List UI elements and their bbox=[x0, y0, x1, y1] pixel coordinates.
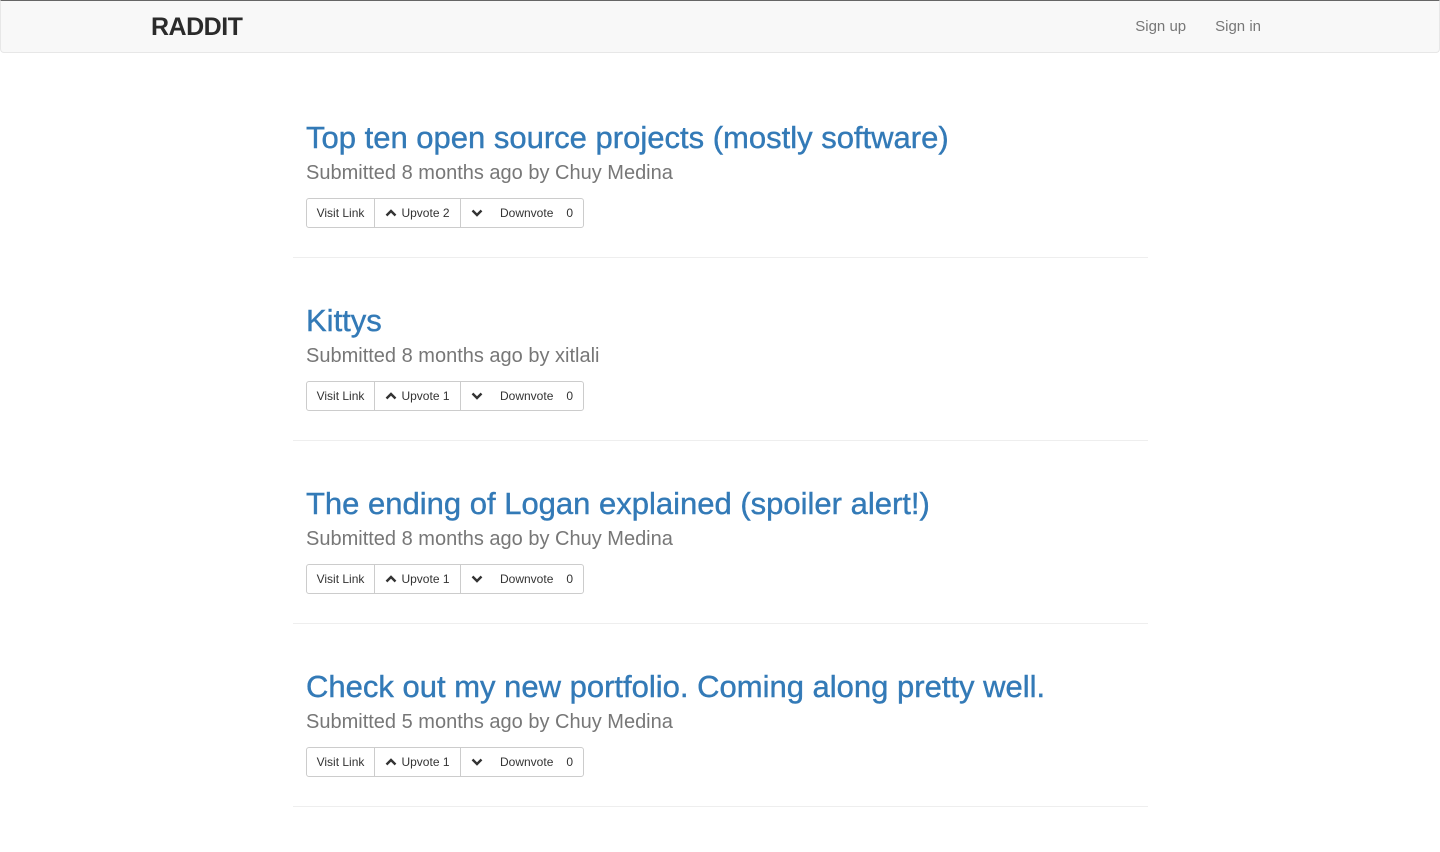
sign-in-link[interactable]: Sign in bbox=[1215, 18, 1261, 36]
downvote-label: Downvote bbox=[500, 755, 554, 769]
visit-link-button[interactable]: Visit Link bbox=[306, 198, 375, 228]
downvote-button[interactable]: Downvote 0 bbox=[460, 564, 584, 594]
post-meta: Submitted 8 months ago by xitlali bbox=[306, 345, 600, 367]
downvote-label: Downvote bbox=[500, 206, 554, 220]
post-title-link[interactable]: Kittys bbox=[306, 303, 382, 339]
navbar: RADDIT Sign up Sign in bbox=[0, 0, 1440, 53]
post-actions: Visit Link Upvote 2 Downvote 0 bbox=[306, 198, 584, 228]
chevron-down-icon bbox=[471, 392, 483, 400]
post-actions: Visit Link Upvote 1 Downvote 0 bbox=[306, 747, 584, 777]
post-item: Kittys Submitted 8 months ago by xitlali… bbox=[293, 303, 1148, 486]
chevron-down-icon bbox=[471, 575, 483, 583]
sign-up-link[interactable]: Sign up bbox=[1135, 18, 1186, 36]
visit-link-button[interactable]: Visit Link bbox=[306, 564, 375, 594]
visit-link-label: Visit Link bbox=[316, 755, 365, 769]
downvote-button[interactable]: Downvote 0 bbox=[460, 198, 584, 228]
downvote-count: 0 bbox=[566, 206, 574, 220]
upvote-button[interactable]: Upvote 1 bbox=[374, 747, 461, 777]
chevron-up-icon bbox=[386, 392, 397, 400]
post-divider bbox=[293, 623, 1148, 624]
downvote-count: 0 bbox=[566, 389, 574, 403]
chevron-down-icon bbox=[471, 209, 483, 217]
upvote-count: 1 bbox=[442, 755, 450, 769]
post-actions: Visit Link Upvote 1 Downvote 0 bbox=[306, 564, 584, 594]
post-item: Top ten open source projects (mostly sof… bbox=[293, 120, 1148, 303]
downvote-button[interactable]: Downvote 0 bbox=[460, 381, 584, 411]
post-item: Check out my new portfolio. Coming along… bbox=[293, 669, 1148, 852]
chevron-up-icon bbox=[386, 209, 397, 217]
upvote-label: Upvote bbox=[401, 206, 440, 220]
upvote-count: 1 bbox=[442, 572, 450, 586]
post-item: The ending of Logan explained (spoiler a… bbox=[293, 486, 1148, 669]
visit-link-button[interactable]: Visit Link bbox=[306, 381, 375, 411]
nav-links: Sign up Sign in bbox=[1135, 18, 1261, 36]
visit-link-label: Visit Link bbox=[316, 206, 365, 220]
downvote-label: Downvote bbox=[500, 389, 554, 403]
post-meta: Submitted 8 months ago by Chuy Medina bbox=[306, 162, 673, 184]
upvote-count: 1 bbox=[442, 389, 450, 403]
chevron-down-icon bbox=[471, 758, 483, 766]
chevron-up-icon bbox=[386, 758, 397, 766]
visit-link-button[interactable]: Visit Link bbox=[306, 747, 375, 777]
post-divider bbox=[293, 257, 1148, 258]
downvote-count: 0 bbox=[566, 755, 574, 769]
upvote-button[interactable]: Upvote 2 bbox=[374, 198, 461, 228]
visit-link-label: Visit Link bbox=[316, 389, 365, 403]
upvote-button[interactable]: Upvote 1 bbox=[374, 564, 461, 594]
post-meta: Submitted 5 months ago by Chuy Medina bbox=[306, 711, 673, 733]
downvote-count: 0 bbox=[566, 572, 574, 586]
downvote-label: Downvote bbox=[500, 572, 554, 586]
visit-link-label: Visit Link bbox=[316, 572, 365, 586]
post-title-link[interactable]: Top ten open source projects (mostly sof… bbox=[306, 120, 949, 156]
brand-logo[interactable]: RADDIT bbox=[151, 13, 243, 41]
post-title-link[interactable]: The ending of Logan explained (spoiler a… bbox=[306, 486, 930, 522]
chevron-up-icon bbox=[386, 575, 397, 583]
post-divider bbox=[293, 440, 1148, 441]
upvote-label: Upvote bbox=[401, 755, 440, 769]
upvote-count: 2 bbox=[442, 206, 450, 220]
post-meta: Submitted 8 months ago by Chuy Medina bbox=[306, 528, 673, 550]
post-divider bbox=[293, 806, 1148, 807]
post-title-link[interactable]: Check out my new portfolio. Coming along… bbox=[306, 669, 1046, 705]
downvote-button[interactable]: Downvote 0 bbox=[460, 747, 584, 777]
upvote-label: Upvote bbox=[401, 572, 440, 586]
post-actions: Visit Link Upvote 1 Downvote 0 bbox=[306, 381, 584, 411]
upvote-label: Upvote bbox=[401, 389, 440, 403]
upvote-button[interactable]: Upvote 1 bbox=[374, 381, 461, 411]
